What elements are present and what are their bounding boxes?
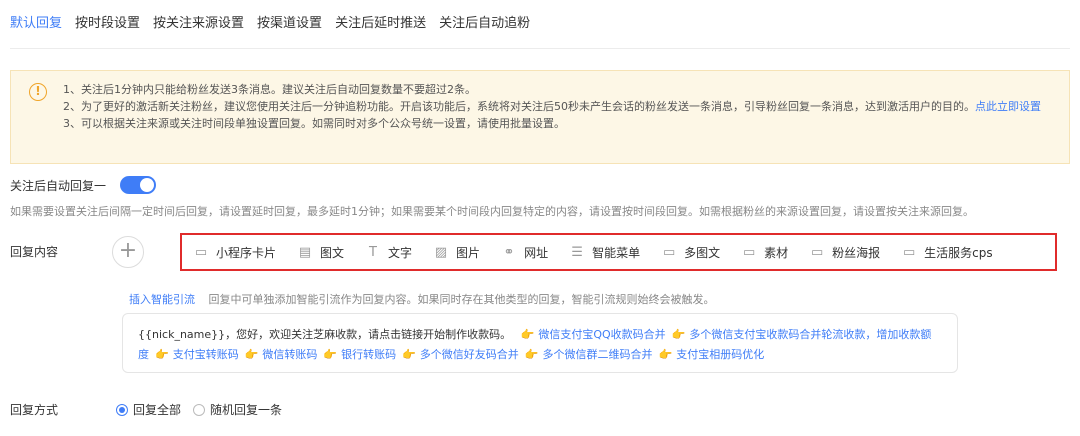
reply-type-link[interactable]: ⚭ 网址 — [502, 244, 548, 261]
multi-image-text-icon: ▭ — [662, 244, 676, 260]
message-prefix: {{nick_name}}，您好，欢迎关注芝麻收款，请点击链接开始制作收款码。 — [138, 328, 512, 341]
reply-type-text[interactable]: T 文字 — [366, 244, 412, 261]
reply-all-option[interactable]: 回复全部 — [116, 401, 181, 418]
cps-icon: ▭ — [902, 244, 916, 260]
reply-all-radio[interactable] — [116, 403, 128, 416]
pointing-hand-icon: 👉 — [671, 328, 686, 341]
image-text-icon: ▤ — [298, 244, 312, 260]
tab-bar: 默认回复 按时段设置 按关注来源设置 按渠道设置 关注后延时推送 关注后自动追粉 — [10, 0, 543, 48]
link-icon: ⚭ — [503, 244, 515, 260]
reply-type-label: 粉丝海报 — [832, 245, 881, 260]
poster-icon: ▭ — [810, 244, 824, 260]
message-link[interactable]: 多个微信群二维码合并 — [543, 348, 653, 361]
warning-icon: ! — [29, 83, 47, 101]
setup-now-link[interactable]: 点此立即设置 — [975, 100, 1041, 113]
reply-type-menu[interactable]: ☰ 智能菜单 — [570, 244, 640, 261]
reply-type-label: 智能菜单 — [592, 245, 641, 260]
reply-type-image[interactable]: ▨ 图片 — [434, 244, 480, 261]
reply-random-radio[interactable] — [193, 403, 206, 416]
pointing-hand-icon: 👉 — [524, 348, 539, 361]
reply-type-label: 小程序卡片 — [216, 245, 277, 260]
insert-smart-traffic-link[interactable]: 插入智能引流 — [129, 293, 195, 306]
tab-delay-push[interactable]: 关注后延时推送 — [335, 0, 426, 48]
tab-by-source[interactable]: 按关注来源设置 — [153, 0, 244, 48]
pointing-hand-icon: 👉 — [520, 328, 535, 341]
message-link[interactable]: 支付宝相册码优化 — [676, 348, 764, 361]
text-icon: T — [369, 244, 377, 260]
reply-type-cps[interactable]: ▭ 生活服务cps — [902, 244, 993, 261]
notice-line-2: 2、为了更好的激活新关注粉丝，建议您使用关注后一分钟追粉功能。开启该功能后，系统… — [63, 98, 1073, 115]
reply-type-toolbar: ▭ 小程序卡片 ▤ 图文 T 文字 ▨ 图片 ⚭ 网址 ☰ 智能菜单 ▭ 多图文 ▭ 素材 ▭ 粉丝海报 ▭ 生活服务… — [180, 233, 1057, 271]
pointing-hand-icon: 👉 — [323, 348, 338, 361]
reply-random-option[interactable]: 随机回复一条 — [193, 401, 282, 418]
tab-by-time[interactable]: 按时段设置 — [75, 0, 140, 48]
message-link[interactable]: 银行转账码 — [341, 348, 396, 361]
reply-type-multi-image-text[interactable]: ▭ 多图文 — [662, 244, 720, 261]
smart-traffic-row: 插入智能引流 回复中可单独添加智能引流作为回复内容。如果同时存在其他类型的回复，… — [129, 291, 715, 307]
reply-type-label: 文字 — [388, 245, 413, 260]
auto-reply-label: 关注后自动回复一 — [10, 178, 107, 193]
material-icon: ▭ — [742, 244, 756, 260]
message-link[interactable]: 支付宝转账码 — [173, 348, 239, 361]
auto-reply-toggle[interactable] — [120, 176, 157, 194]
reply-type-label: 生活服务cps — [924, 245, 993, 260]
reply-type-material[interactable]: ▭ 素材 — [742, 244, 788, 261]
smart-traffic-desc: 回复中可单独添加智能引流作为回复内容。如果同时存在其他类型的回复，智能引流规则始… — [208, 293, 715, 306]
reply-mode-group: 回复全部 随机回复一条 — [116, 401, 294, 418]
reply-type-label: 素材 — [764, 245, 789, 260]
reply-type-label: 图文 — [320, 245, 345, 260]
reply-type-poster[interactable]: ▭ 粉丝海报 — [810, 244, 880, 261]
tab-by-channel[interactable]: 按渠道设置 — [257, 0, 322, 48]
reply-all-label: 回复全部 — [133, 403, 182, 417]
tabs-divider — [10, 48, 1070, 49]
menu-icon: ☰ — [571, 244, 583, 260]
reply-type-label: 图片 — [456, 245, 481, 260]
notice-panel: ! 1、关注后1分钟内只能给粉丝发送3条消息。建议关注后自动回复数量不要超过2条… — [10, 70, 1070, 164]
tab-default-reply[interactable]: 默认回复 — [10, 0, 62, 48]
message-link[interactable]: 多个微信好友码合并 — [420, 348, 519, 361]
mini-program-card-icon: ▭ — [194, 244, 208, 260]
auto-reply-row: 关注后自动回复一 — [10, 176, 157, 194]
tab-auto-follow[interactable]: 关注后自动追粉 — [439, 0, 530, 48]
notice-line-2-text: 2、为了更好的激活新关注粉丝，建议您使用关注后一分钟追粉功能。开启该功能后，系统… — [63, 100, 975, 113]
pointing-hand-icon: 👉 — [658, 348, 673, 361]
reply-type-image-text[interactable]: ▤ 图文 — [298, 244, 344, 261]
reply-mode-label: 回复方式 — [10, 403, 59, 417]
reply-type-label: 多图文 — [684, 245, 721, 260]
notice-line-1: 1、关注后1分钟内只能给粉丝发送3条消息。建议关注后自动回复数量不要超过2条。 — [63, 83, 476, 96]
hint-text: 如果需要设置关注后间隔一定时间后回复，请设置延时回复，最多延时1分钟；如果需要某… — [10, 205, 974, 218]
pointing-hand-icon: 👉 — [402, 348, 416, 361]
message-link[interactable]: 微信支付宝QQ收款码合并 — [538, 328, 665, 341]
notice-line-3: 3、可以根据关注来源或关注时间段单独设置回复。如需同时对多个公众号统一设置，请使… — [63, 117, 565, 130]
add-reply-button[interactable]: + — [112, 236, 144, 268]
image-icon: ▨ — [434, 244, 448, 260]
reply-random-label: 随机回复一条 — [210, 403, 283, 417]
pointing-hand-icon: 👉 — [244, 348, 259, 361]
message-link[interactable]: 微信转账码 — [262, 348, 317, 361]
reply-type-mini-program-card[interactable]: ▭ 小程序卡片 — [194, 244, 276, 261]
pointing-hand-icon: 👉 — [155, 348, 169, 361]
reply-content-label: 回复内容 — [10, 245, 59, 259]
reply-message-editor[interactable]: {{nick_name}}，您好，欢迎关注芝麻收款，请点击链接开始制作收款码。 … — [122, 313, 958, 373]
reply-type-label: 网址 — [524, 245, 549, 260]
